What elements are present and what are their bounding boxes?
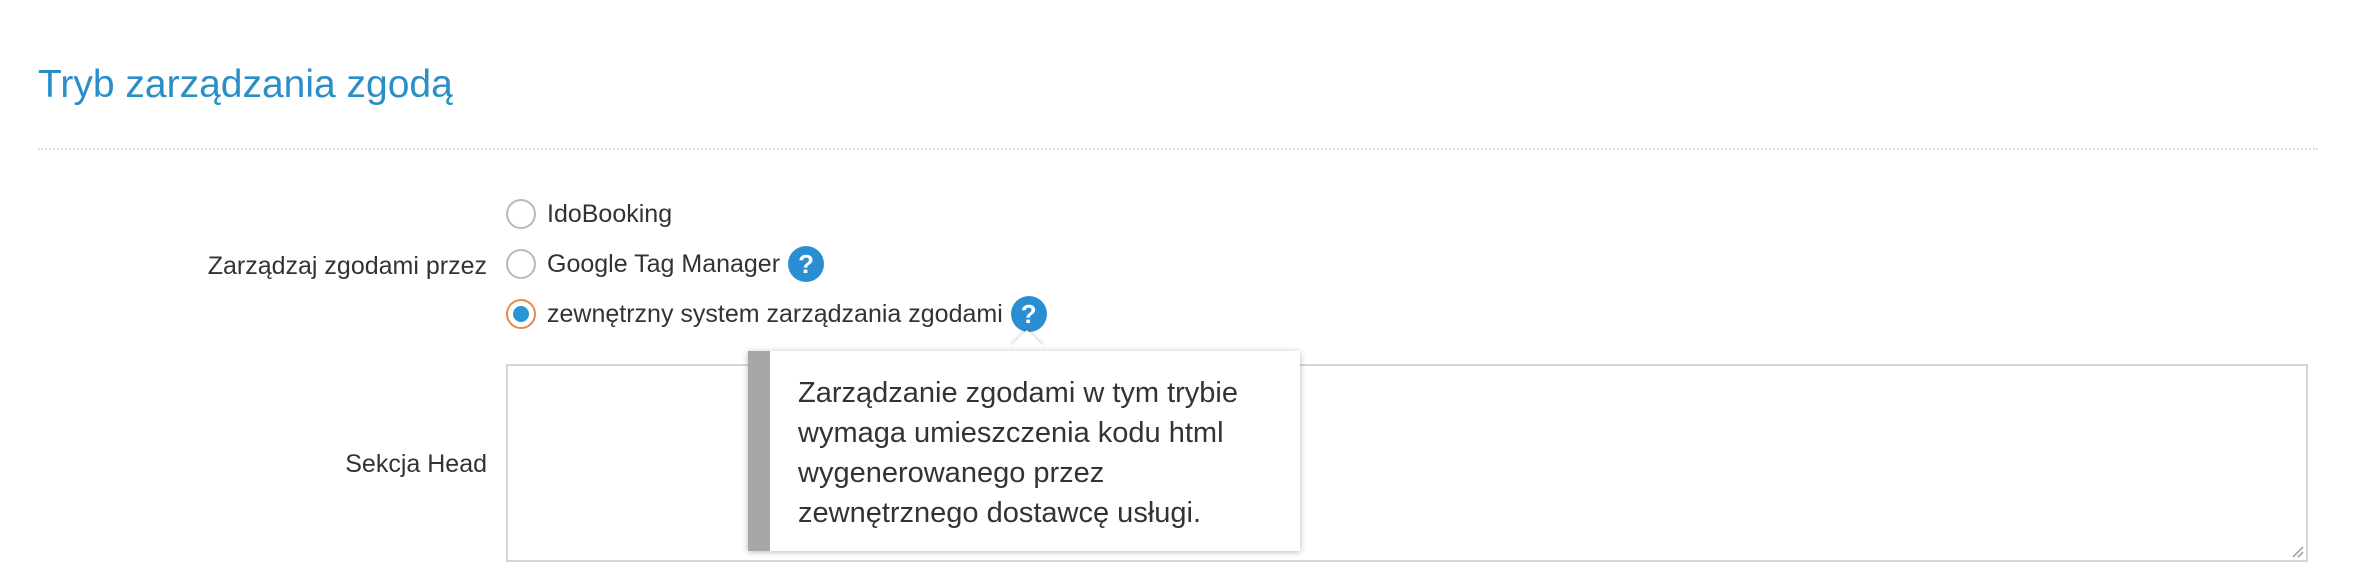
- radio-button-external-system[interactable]: [506, 299, 536, 329]
- head-section-label: Sekcja Head: [345, 450, 487, 478]
- radio-label-google-tag-manager[interactable]: Google Tag Manager: [547, 250, 780, 279]
- help-tooltip: Zarządzanie zgodami w tym trybie wymaga …: [748, 351, 1300, 551]
- help-icon[interactable]: ?: [1010, 296, 1047, 332]
- resize-grip-icon[interactable]: [2292, 546, 2304, 558]
- radio-option-idobooking[interactable]: IdoBooking: [506, 194, 672, 234]
- section-divider: [38, 148, 2318, 150]
- consent-manager-label: Zarządzaj zgodami przez: [207, 252, 487, 280]
- tooltip-text: Zarządzanie zgodami w tym trybie wymaga …: [798, 377, 1238, 529]
- help-icon[interactable]: ?: [788, 246, 825, 282]
- radio-button-google-tag-manager[interactable]: [506, 249, 536, 279]
- radio-option-google-tag-manager[interactable]: Google Tag Manager ?: [506, 244, 825, 284]
- radio-button-idobooking[interactable]: [506, 199, 536, 229]
- radio-label-external-system[interactable]: zewnętrzny system zarządzania zgodami: [547, 300, 1003, 329]
- section-title: Tryb zarządzania zgodą: [38, 63, 453, 106]
- radio-label-idobooking[interactable]: IdoBooking: [547, 200, 672, 229]
- radio-option-external-system[interactable]: zewnętrzny system zarządzania zgodami ?: [506, 294, 1047, 334]
